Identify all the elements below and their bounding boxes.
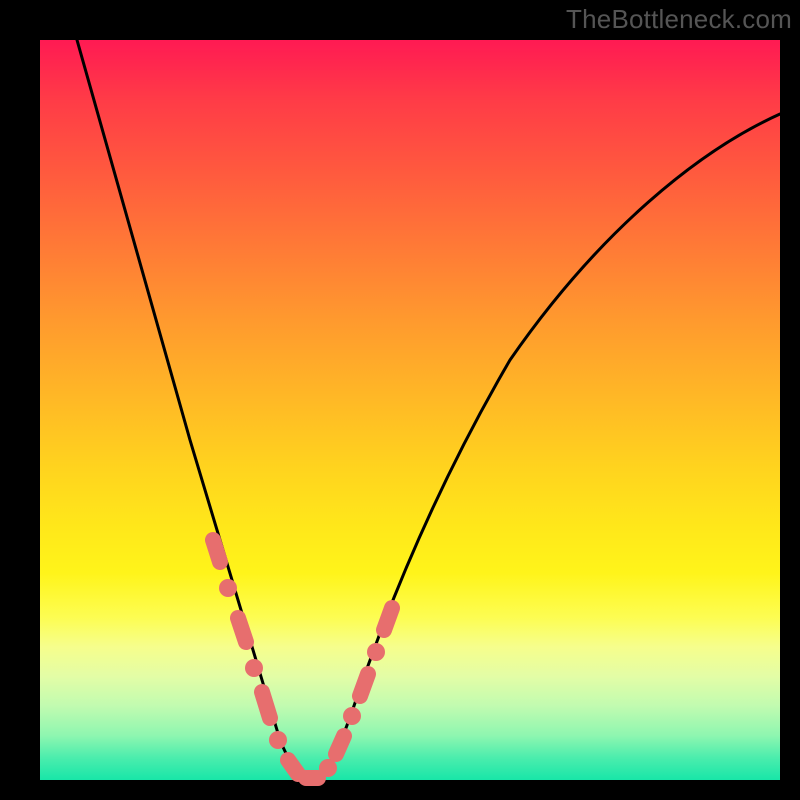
highlight-dots xyxy=(213,540,392,778)
bottleneck-curve-svg xyxy=(40,40,780,780)
watermark-text: TheBottleneck.com xyxy=(566,4,792,35)
chart-frame: TheBottleneck.com xyxy=(0,0,800,800)
bottleneck-curve xyxy=(77,40,780,778)
plot-area xyxy=(40,40,780,780)
